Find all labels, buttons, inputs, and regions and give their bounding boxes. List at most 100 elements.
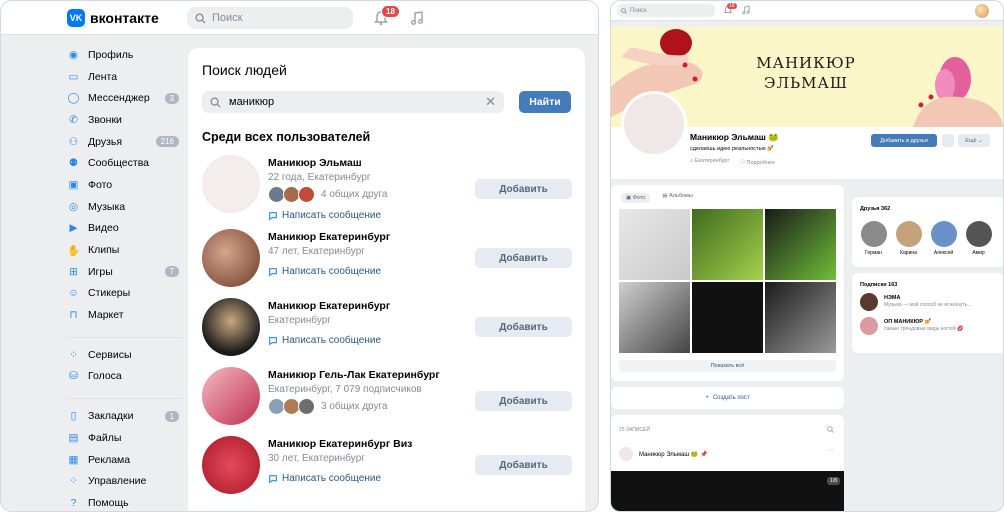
sidebar-item-label: Реклама	[88, 453, 131, 466]
subscriptions-title[interactable]: Подписки 163	[860, 282, 897, 288]
people-search-input[interactable]: маникюр ✕	[202, 91, 504, 113]
photo-thumbnail[interactable]	[765, 282, 836, 353]
friend-item[interactable]: Герман	[860, 221, 887, 256]
person-name[interactable]: Маникюр Екатеринбург	[268, 231, 390, 243]
write-message-link[interactable]: Написать сообщение	[268, 266, 381, 277]
write-message-link[interactable]: Написать сообщение	[268, 210, 381, 221]
create-post-button[interactable]: + Создать пост	[611, 387, 844, 409]
message-button[interactable]	[942, 134, 954, 147]
person-name[interactable]: Маникюр Екатеринбург	[268, 300, 390, 312]
person-avatar[interactable]	[202, 367, 260, 425]
photo-thumbnail[interactable]	[619, 282, 690, 353]
friend-item[interactable]: Карина	[895, 221, 922, 256]
music-icon[interactable]	[409, 10, 425, 26]
profile-search-input[interactable]: Поиск	[617, 4, 715, 17]
votes-icon: ⛁	[69, 370, 78, 383]
sidebar-item[interactable]: ⚇ Друзья 216	[67, 131, 183, 153]
subscription-item[interactable]: ОП МАНИКЮР 💅 самые трендовые виды ногтей …	[860, 317, 963, 335]
sidebar-item[interactable]: ◉ Профиль	[67, 44, 183, 66]
user-avatar[interactable]	[975, 4, 989, 18]
friends-icon: ⚇	[68, 135, 79, 148]
sidebar-item[interactable]: ⊓ Маркет	[67, 304, 183, 326]
write-message-link[interactable]: Написать сообщение	[268, 473, 381, 484]
more-icon[interactable]: ···	[827, 447, 834, 454]
create-post-label: Создать пост	[712, 395, 750, 401]
person-row: Маникюр Екатеринбург 47 лет, Екатеринбург…	[202, 229, 572, 291]
sidebar-item[interactable]: ? Помощь	[67, 492, 183, 511]
sidebar-item[interactable]: ▣ Фото	[67, 174, 183, 196]
friends-title[interactable]: Друзья 362	[860, 206, 890, 212]
sidebar-item[interactable]: ⚉ Сообщества	[67, 152, 183, 174]
write-message-label: Написать сообщение	[282, 473, 382, 484]
person-name[interactable]: Маникюр Эльмаш	[268, 157, 362, 169]
person-row: Маникюр Екатеринбург Виз 30 лет, Екатерин…	[202, 436, 572, 498]
hand-flower-illustration	[913, 57, 1003, 127]
person-avatar[interactable]	[202, 155, 260, 213]
sidebar-item[interactable]: ◎ Музыка	[67, 196, 183, 218]
sidebar-item[interactable]: ⁘ Сервисы	[67, 344, 183, 366]
show-all-button[interactable]: Показать всё	[619, 360, 836, 372]
sidebar-item-label: Профиль	[88, 48, 134, 61]
sidebar-item[interactable]: ☺ Стикеры	[67, 283, 183, 305]
friend-item[interactable]: Алексей	[930, 221, 957, 256]
sidebar-item-label: Маркет	[88, 309, 124, 322]
video-icon: ▶	[69, 222, 78, 235]
tab-photos[interactable]: ▣ Фото	[621, 193, 651, 203]
search-icon	[621, 7, 627, 14]
sidebar-item[interactable]: ⛁ Голоса	[67, 366, 183, 388]
mutual-friends[interactable]: 4 общих друга	[268, 186, 388, 203]
person-name[interactable]: Маникюр Екатеринбург Виз	[268, 438, 412, 450]
sidebar-item[interactable]: ▦ Реклама	[67, 449, 183, 471]
vk-logo-icon: VK	[67, 9, 85, 27]
files-icon: ▤	[68, 431, 79, 444]
mutual-friends[interactable]: 3 общих друга	[268, 398, 388, 415]
photo-tabs: ▣ Фото ▤ Альбомы	[621, 193, 693, 203]
write-message-link[interactable]: Написать сообщение	[268, 335, 381, 346]
tab-albums[interactable]: ▤ Альбомы	[662, 193, 692, 203]
photo-thumbnail[interactable]	[692, 209, 763, 280]
sidebar-item[interactable]: ⊞ Игры 7	[67, 261, 183, 283]
photo-thumbnail[interactable]	[765, 209, 836, 280]
sidebar-item[interactable]: ▭ Лента	[67, 66, 183, 88]
music-icon[interactable]	[741, 5, 751, 15]
person-avatar[interactable]	[202, 436, 260, 494]
sidebar-item[interactable]: ✆ Звонки	[67, 109, 183, 131]
details-link[interactable]: ⓘ Подробнее	[739, 158, 775, 166]
find-button[interactable]: Найти	[519, 91, 571, 113]
person-avatar[interactable]	[202, 298, 260, 356]
profile-avatar[interactable]	[621, 91, 687, 157]
friend-name: Алексей	[933, 250, 954, 256]
notifications-badge: 18	[727, 3, 737, 9]
sidebar-item[interactable]: ✋ Клипы	[67, 239, 183, 261]
post-author[interactable]: Маникюр Эльмаш 🐸 📌	[619, 447, 708, 461]
search-icon[interactable]	[827, 426, 834, 433]
person-name[interactable]: Маникюр Гель-Лак Екатеринбург	[268, 369, 440, 381]
add-friend-button[interactable]: Добавить	[475, 455, 572, 475]
person-row: Маникюр Гель-Лак Екатеринбург Екатеринбур…	[202, 367, 572, 429]
friend-item[interactable]: Амир	[965, 221, 992, 256]
subscription-item[interactable]: НЭМА Музыка — мой способ не исчезнуть...	[860, 293, 972, 311]
person-avatar[interactable]	[202, 229, 260, 287]
sidebar-item[interactable]: ▯ Закладки 1	[67, 405, 183, 427]
sidebar-item[interactable]: ⁘ Управление	[67, 470, 183, 492]
more-button[interactable]: Ещё ⌄	[958, 134, 990, 147]
friends-block: Друзья 362 Герман Карина Алексей Амир	[852, 197, 1003, 267]
add-friend-button[interactable]: Добавить	[475, 317, 572, 337]
vk-logo[interactable]: VK вконтакте	[67, 9, 159, 27]
sidebar-item[interactable]: ▤ Файлы	[67, 427, 183, 449]
clear-icon[interactable]: ✕	[485, 94, 496, 110]
mutual-friends-count: 3 общих друга	[321, 401, 388, 412]
add-friend-button[interactable]: Добавить	[475, 391, 572, 411]
add-friend-button[interactable]: Добавить	[475, 248, 572, 268]
add-friend-button[interactable]: Добавить в друзья	[871, 134, 937, 147]
people-search-panel: Поиск людей маникюр ✕ Найти Среди всех п…	[188, 48, 585, 511]
sidebar-item[interactable]: ▶ Видео	[67, 218, 183, 240]
add-friend-button[interactable]: Добавить	[475, 179, 572, 199]
post-image[interactable]	[611, 471, 844, 511]
photo-thumbnail[interactable]	[619, 209, 690, 280]
global-search-input[interactable]: Поиск	[187, 7, 353, 29]
sidebar-item-count: 216	[155, 136, 179, 148]
photo-thumbnail[interactable]	[692, 282, 763, 353]
messenger-icon: ◯	[67, 92, 80, 105]
sidebar-item[interactable]: ◯ Мессенджер 3	[67, 87, 183, 109]
